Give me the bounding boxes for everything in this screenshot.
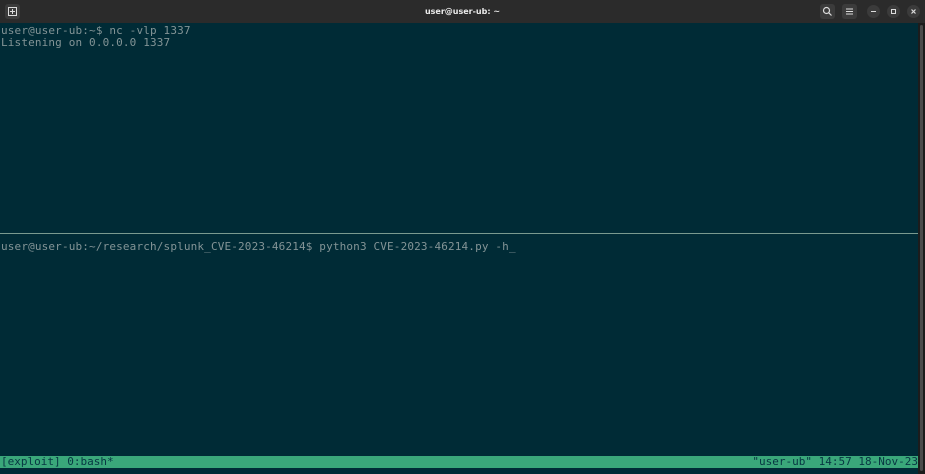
close-icon[interactable] (907, 5, 920, 18)
search-icon[interactable] (820, 4, 835, 19)
maximize-icon[interactable] (887, 5, 900, 18)
terminal-area[interactable]: user@user-ub:~$ nc -vlp 1337 Listening o… (0, 23, 918, 474)
terminal-window: user@user-ub: ~ user@user-ub:~$ nc -vlp … (0, 0, 925, 474)
hamburger-menu-icon[interactable] (842, 4, 857, 19)
title-bar: user@user-ub: ~ (0, 0, 925, 23)
scrollbar[interactable] (918, 23, 925, 474)
minimize-icon[interactable] (867, 5, 880, 18)
tmux-status-bar: [exploit] 0:bash* "user-ub" 14:57 18-Nov… (0, 456, 918, 468)
window-title: user@user-ub: ~ (424, 7, 501, 16)
tmux-session-window: [exploit] 0:bash* (1, 455, 114, 468)
top-pane-line-2: Listening on 0.0.0.0 1337 (1, 36, 171, 49)
tmux-host-time-date: "user-ub" 14:57 18-Nov-23 (752, 455, 918, 468)
pane-divider[interactable] (0, 233, 918, 234)
scrollbar-thumb[interactable] (920, 25, 923, 471)
bottom-pane-line-1: user@user-ub:~/research/splunk_CVE-2023-… (1, 240, 516, 253)
